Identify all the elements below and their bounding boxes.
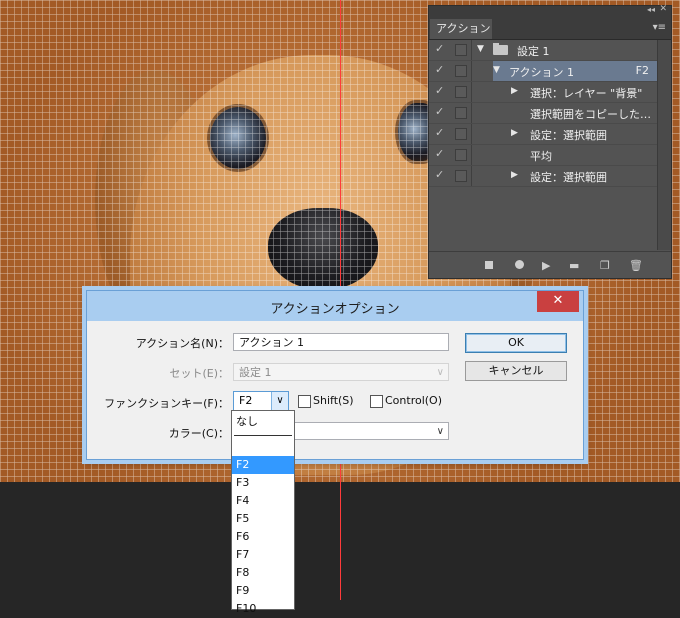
- row-divider: [471, 124, 472, 144]
- panel-tab-bar: アクション ▾≡: [429, 18, 671, 40]
- chevron-down-icon[interactable]: ∨: [271, 392, 288, 410]
- panel-header-bar: ◂◂ ✕: [429, 4, 671, 18]
- close-panel-icon[interactable]: ✕: [659, 4, 667, 14]
- dialog-title: アクションオプション: [270, 302, 400, 317]
- control-checkbox-label[interactable]: Control(O): [385, 394, 442, 407]
- play-icon[interactable]: ▶: [542, 259, 550, 272]
- set-select: 設定 1 ∨: [233, 363, 449, 381]
- function-key-select[interactable]: F2 ∨: [233, 391, 289, 411]
- chevron-down-icon[interactable]: ∨: [437, 423, 444, 441]
- action-step-row[interactable]: ✓ 平均: [429, 145, 657, 166]
- dialog-toggle-box[interactable]: [455, 149, 467, 161]
- actions-list: ✓ ▼ 設定 1 ✓ ▼ アクション 1 F2 ✓ ▶ 選択：レイヤー "背景"…: [429, 40, 657, 187]
- dialog-toggle-box[interactable]: [455, 86, 467, 98]
- record-icon[interactable]: [515, 260, 524, 269]
- toggle-check-icon[interactable]: ✓: [435, 147, 444, 160]
- expand-triangle-icon[interactable]: ▶: [511, 170, 518, 180]
- new-set-icon[interactable]: ▬: [569, 259, 579, 272]
- row-divider: [471, 166, 472, 186]
- action-step-row[interactable]: ✓ ▶ 選択：レイヤー "背景": [429, 82, 657, 103]
- action-step-row[interactable]: ✓ ▶ 設定：選択範囲: [429, 166, 657, 187]
- panel-menu-icon[interactable]: ▾≡: [653, 22, 666, 33]
- row-divider: [471, 61, 472, 81]
- dialog-toggle-box[interactable]: [455, 65, 467, 77]
- action-step-row[interactable]: ✓ ▶ 設定：選択範囲: [429, 124, 657, 145]
- toggle-check-icon[interactable]: ✓: [435, 105, 444, 118]
- dropdown-option[interactable]: F2: [232, 456, 294, 474]
- set-label: セット(E)：: [169, 367, 229, 380]
- action-options-dialog: アクションオプション ✕ アクション名(N)： アクション 1 セット(E)： …: [86, 290, 584, 460]
- panel-footer: ▶ ▬ ❐ 🗑: [429, 251, 671, 278]
- control-checkbox[interactable]: [370, 395, 383, 408]
- action-name-input[interactable]: アクション 1: [233, 333, 449, 351]
- action-shortcut: F2: [635, 64, 649, 77]
- dropdown-option[interactable]: F3: [232, 474, 294, 492]
- tab-actions[interactable]: アクション: [430, 19, 492, 39]
- dialog-toggle-box[interactable]: [455, 44, 467, 56]
- dropdown-option-none[interactable]: なし: [232, 413, 294, 431]
- expand-triangle-icon[interactable]: ▶: [511, 128, 518, 138]
- shift-checkbox-label[interactable]: Shift(S): [313, 394, 354, 407]
- dropdown-spacer: [232, 440, 294, 456]
- expand-triangle-icon[interactable]: ▼: [493, 65, 500, 75]
- dropdown-option[interactable]: F10: [232, 600, 294, 618]
- collapse-panel-icon[interactable]: ◂◂: [647, 5, 655, 14]
- expand-triangle-icon[interactable]: ▶: [511, 86, 518, 96]
- dropdown-option[interactable]: F7: [232, 546, 294, 564]
- dialog-toggle-box[interactable]: [455, 128, 467, 140]
- new-action-icon[interactable]: ❐: [600, 259, 610, 272]
- toggle-check-icon[interactable]: ✓: [435, 84, 444, 97]
- dropdown-option[interactable]: F9: [232, 582, 294, 600]
- action-set-row[interactable]: ✓ ▼ 設定 1: [429, 40, 657, 61]
- action-row[interactable]: ✓ ▼ アクション 1 F2: [429, 61, 657, 82]
- panel-scrollbar[interactable]: [657, 40, 671, 250]
- function-key-label: ファンクションキー(F)：: [104, 397, 229, 410]
- actions-panel: ◂◂ ✕ アクション ▾≡ ✓ ▼ 設定 1 ✓ ▼ アクション 1 F2 ✓: [428, 4, 672, 279]
- trash-icon[interactable]: 🗑: [629, 259, 643, 272]
- chevron-down-icon: ∨: [436, 367, 444, 378]
- ok-button[interactable]: OK: [465, 333, 567, 353]
- toggle-check-icon[interactable]: ✓: [435, 168, 444, 181]
- action-step-row[interactable]: ✓ 選択範囲をコピーした…: [429, 103, 657, 124]
- set-select-value: 設定 1: [239, 366, 272, 379]
- expand-triangle-icon[interactable]: ▼: [477, 44, 484, 54]
- action-label: アクション 1: [509, 66, 574, 79]
- action-set-label: 設定 1: [517, 45, 550, 58]
- row-divider: [471, 40, 472, 60]
- row-divider: [471, 145, 472, 165]
- color-label: カラー(C)：: [168, 427, 229, 440]
- action-step-label: 平均: [530, 150, 552, 163]
- dropdown-option[interactable]: F8: [232, 564, 294, 582]
- dropdown-option[interactable]: F4: [232, 492, 294, 510]
- dropdown-option[interactable]: F6: [232, 528, 294, 546]
- dialog-close-button[interactable]: ✕: [537, 291, 579, 312]
- function-key-value: F2: [239, 394, 253, 407]
- folder-icon: [493, 43, 508, 55]
- dropdown-divider: [234, 435, 292, 436]
- stop-icon[interactable]: [485, 261, 493, 269]
- dialog-toggle-box[interactable]: [455, 170, 467, 182]
- row-divider: [471, 103, 472, 123]
- row-divider: [471, 82, 472, 102]
- action-name-label: アクション名(N)：: [135, 337, 229, 350]
- toggle-check-icon[interactable]: ✓: [435, 63, 444, 76]
- dropdown-option[interactable]: F5: [232, 510, 294, 528]
- toggle-check-icon[interactable]: ✓: [435, 126, 444, 139]
- action-step-label: 選択範囲をコピーした…: [530, 108, 651, 121]
- toggle-check-icon[interactable]: ✓: [435, 42, 444, 55]
- action-step-label: 設定：選択範囲: [530, 171, 607, 184]
- action-step-label: 選択：レイヤー "背景": [530, 87, 643, 100]
- cancel-button[interactable]: キャンセル: [465, 361, 567, 381]
- function-key-dropdown-list: なし F2 F3 F4 F5 F6 F7 F8 F9 F10: [231, 410, 295, 615]
- action-step-label: 設定：選択範囲: [530, 129, 607, 142]
- dialog-title-bar[interactable]: アクションオプション ✕: [87, 291, 583, 321]
- dialog-toggle-box[interactable]: [455, 107, 467, 119]
- shift-checkbox[interactable]: [298, 395, 311, 408]
